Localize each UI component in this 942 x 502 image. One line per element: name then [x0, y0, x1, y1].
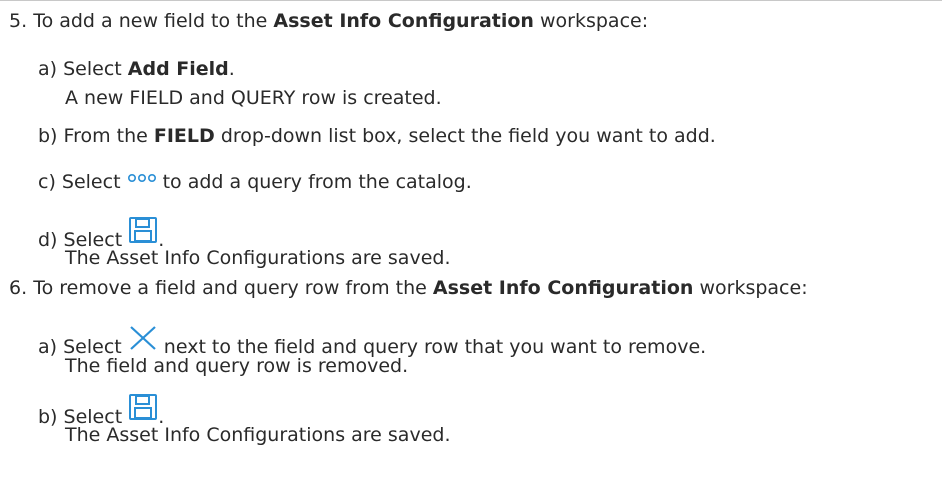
- step-number: 5.: [9, 10, 28, 32]
- save-icon: [128, 393, 158, 427]
- substep-5d-result: The Asset Info Configurations are saved.: [65, 247, 451, 269]
- substep-letter: d): [38, 229, 58, 251]
- substep-letter: a): [38, 336, 58, 358]
- workspace-name: Asset Info Configuration: [432, 277, 694, 299]
- step-number: 6.: [9, 277, 28, 299]
- substep-5b: b) From the FIELD drop-down list box, se…: [38, 125, 716, 147]
- substep-letter: b): [38, 406, 58, 428]
- close-icon: [128, 325, 158, 357]
- save-icon: [128, 216, 158, 250]
- step-6: 6. To remove a field and query row from …: [9, 277, 808, 299]
- workspace-name: Asset Info Configuration: [273, 10, 534, 32]
- substep-letter: a): [38, 58, 58, 80]
- substep-6a-result: The field and query row is removed.: [65, 355, 409, 377]
- substep-5a: a) Select Add Field.: [38, 58, 235, 80]
- field-label: FIELD: [153, 125, 215, 147]
- substep-5c: c) Select to add a query from the catalo…: [38, 170, 472, 194]
- step-text: To add a new field to the: [33, 10, 274, 32]
- step-5: 5. To add a new field to the Asset Info …: [9, 10, 649, 32]
- ellipsis-icon: [127, 166, 157, 190]
- top-divider: [0, 0, 942, 1]
- step-text: To remove a field and query row from the: [33, 277, 433, 299]
- substep-5a-result: A new FIELD and QUERY row is created.: [65, 87, 442, 109]
- substep-letter: b): [38, 125, 58, 147]
- add-field-label: Add Field: [127, 58, 229, 80]
- substep-6b-result: The Asset Info Configurations are saved.: [65, 424, 451, 446]
- substep-letter: c): [38, 171, 56, 193]
